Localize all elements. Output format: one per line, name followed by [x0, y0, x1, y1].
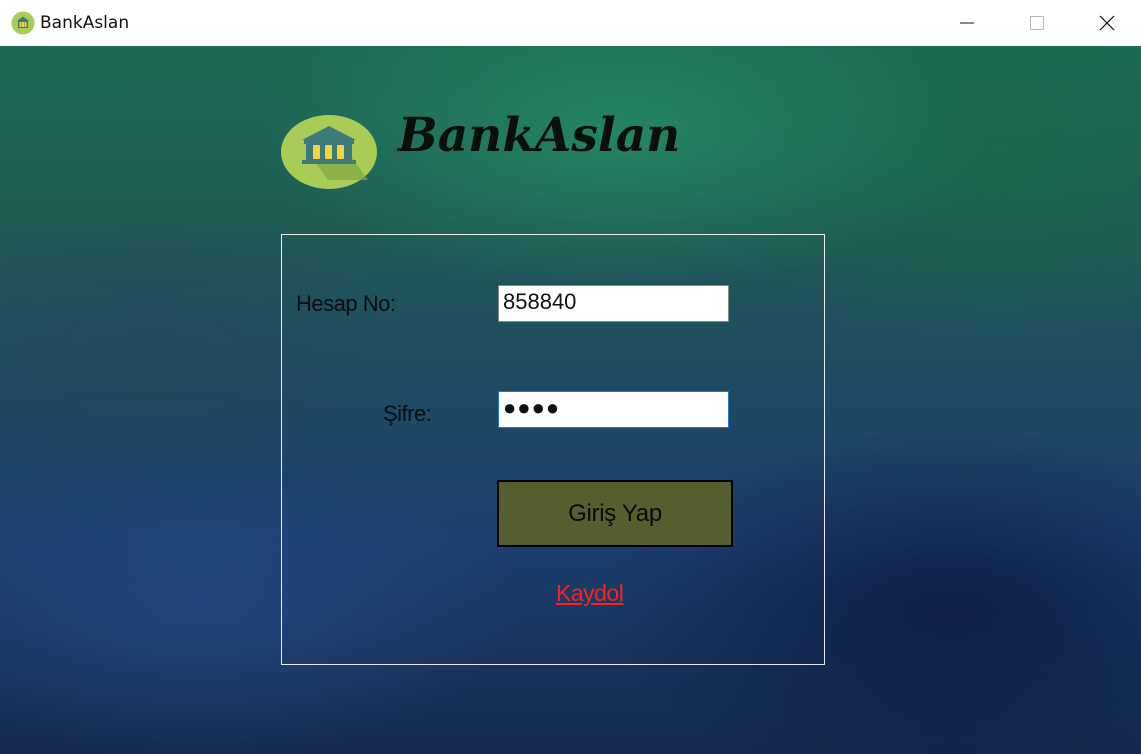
login-window-body: BankAslan Hesap No: 858840 Şifre: ●●●● G… [0, 46, 1141, 754]
close-icon [1099, 15, 1115, 31]
account-number-label: Hesap No: [296, 291, 396, 316]
minimize-icon [960, 22, 974, 24]
maximize-button[interactable] [1014, 0, 1060, 46]
window-title: BankAslan [40, 13, 130, 33]
brand-title: BankAslan [398, 108, 681, 163]
login-button[interactable]: Giriş Yap [497, 480, 733, 547]
bank-icon [281, 115, 377, 189]
password-input[interactable]: ●●●● [498, 391, 729, 428]
app-icon [11, 11, 35, 35]
register-link[interactable]: Kaydol [556, 580, 624, 607]
close-button[interactable] [1084, 0, 1130, 46]
minimize-button[interactable] [944, 0, 990, 46]
account-number-input[interactable]: 858840 [498, 285, 729, 322]
password-label: Şifre: [383, 401, 432, 426]
title-bar: BankAslan [0, 0, 1141, 46]
maximize-icon [1030, 16, 1044, 30]
